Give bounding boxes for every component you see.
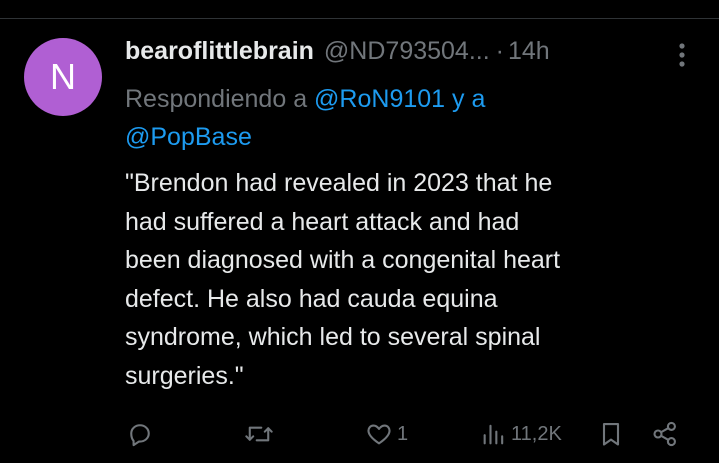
reply-icon: [130, 424, 150, 447]
more-options-button[interactable]: [672, 40, 692, 70]
views-button[interactable]: 11,2K: [481, 414, 562, 454]
post-text: "Brendon had revealed in 2023 that he ha…: [125, 164, 705, 395]
reply-prefix: Respondiendo a: [125, 85, 315, 113]
reply-context: Respondiendo a @RoN9101 y a @PopBase: [125, 80, 685, 156]
bookmark-button[interactable]: [598, 414, 624, 454]
mention-link-2[interactable]: @PopBase: [125, 123, 252, 151]
post-time[interactable]: 14h: [508, 37, 550, 66]
repost-icon: [245, 426, 273, 442]
post-text-line: had suffered a heart attack and had: [125, 207, 520, 236]
views-count: 11,2K: [511, 422, 562, 445]
action-bar: 1 11,2K: [0, 414, 719, 454]
author-display-name[interactable]: bearoflittlebrain: [125, 37, 314, 66]
avatar[interactable]: N: [24, 38, 102, 116]
more-options-icon: [679, 43, 685, 67]
reply-joiner[interactable]: y a: [445, 85, 485, 113]
views-icon: [483, 424, 504, 445]
repost-button[interactable]: [244, 414, 274, 454]
post-text-line: been diagnosed with a congenital heart: [125, 246, 561, 274]
top-divider: [0, 0, 719, 19]
author-handle[interactable]: @ND793504...: [324, 37, 490, 66]
heart-icon: [367, 424, 391, 445]
avatar-initial: N: [50, 56, 76, 97]
post-text-line: surgeries.": [125, 361, 244, 390]
separator-dot: ·: [495, 36, 504, 65]
bookmark-icon: [602, 423, 620, 446]
post-header: bearoflittlebrain @ND793504... · 14h: [125, 34, 550, 68]
mention-link-1[interactable]: @RoN9101: [314, 85, 445, 113]
reply-button[interactable]: [126, 414, 154, 454]
like-count: 1: [397, 422, 409, 445]
post-text-line: "Brendon had revealed in 2023 that he: [125, 169, 553, 197]
share-icon: [653, 421, 676, 447]
like-button[interactable]: 1: [365, 414, 408, 454]
post-text-line: defect. He also had cauda equina: [125, 284, 498, 313]
post-text-line: syndrome, which led to several spinal: [125, 323, 541, 351]
share-button[interactable]: [651, 414, 679, 454]
